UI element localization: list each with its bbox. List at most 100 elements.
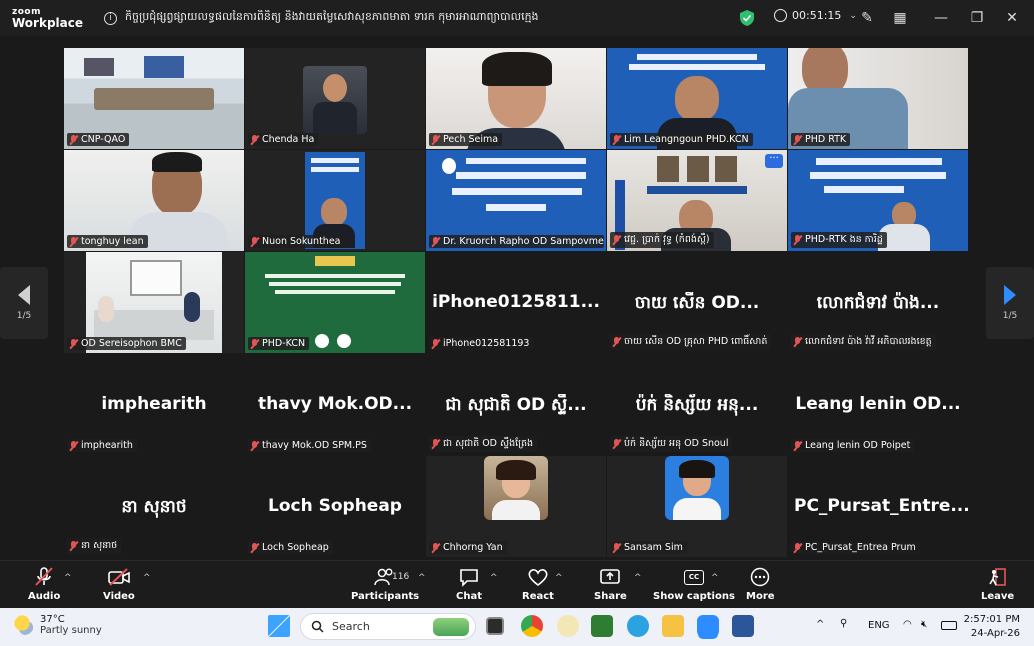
participant-tile[interactable]: Pech Seima bbox=[426, 48, 606, 149]
app-emblem-icon[interactable] bbox=[557, 615, 579, 637]
participant-tile[interactable]: Dr. Kruorch Rapho OD Sampovmeas bbox=[426, 150, 606, 251]
mic-muted-icon bbox=[69, 440, 78, 451]
weather-widget[interactable]: 37°C Partly sunny bbox=[14, 614, 102, 636]
mic-muted-icon bbox=[431, 236, 440, 247]
participant-tile[interactable]: Chhorng Yan bbox=[426, 456, 606, 557]
participant-name: ចាយ សើន OD គ្រុសា PHD ពោធិ៍សាត់ bbox=[624, 336, 768, 347]
participant-tile[interactable]: PHD-RTK ងន ការិដ្ឋ bbox=[788, 150, 968, 251]
participant-name-label: imphearith bbox=[67, 439, 137, 452]
share-options-caret[interactable]: ^ bbox=[634, 573, 642, 583]
participant-display-name: thavy Mok.OD... bbox=[257, 394, 413, 414]
participant-name-label: នា សុនាថ bbox=[67, 538, 122, 554]
mic-muted-icon bbox=[793, 134, 802, 145]
search-icon bbox=[311, 620, 324, 633]
participant-tile[interactable]: លោកជំទាវ ប៉ាង... លោកជំទាវ ប៉ាង វ៉ាវី អភិប… bbox=[788, 252, 968, 353]
audio-options-caret[interactable]: ^ bbox=[64, 573, 72, 583]
participant-tile[interactable]: CNP-QAO bbox=[64, 48, 244, 149]
leave-button[interactable]: Leave bbox=[981, 567, 1014, 602]
participant-tile[interactable]: នា សុនាថ នា សុនាថ bbox=[64, 456, 244, 557]
leave-icon bbox=[986, 567, 1010, 587]
taskbar-clock[interactable]: 2:57:01 PM 24-Apr-26 bbox=[964, 613, 1020, 641]
file-explorer-icon[interactable] bbox=[662, 615, 684, 637]
gallery-prev-button[interactable]: 1/5 bbox=[0, 267, 48, 339]
tray-chevron-up-icon[interactable]: ^ bbox=[816, 619, 824, 630]
participant-tile[interactable]: OD Sereisophon BMC bbox=[64, 252, 244, 353]
participant-name-label: OD Sereisophon BMC bbox=[67, 337, 186, 350]
participant-name: PC_Pursat_Entrea Prum bbox=[805, 542, 916, 553]
chrome-icon[interactable] bbox=[521, 615, 543, 637]
participant-display-name: Loch Sopheap bbox=[268, 496, 402, 516]
close-icon[interactable]: ✕ bbox=[1003, 9, 1021, 27]
captions-button[interactable]: CC Show captions bbox=[653, 567, 735, 602]
word-icon[interactable] bbox=[732, 615, 754, 637]
tray-location-icon[interactable]: ⚲ bbox=[840, 618, 847, 629]
temperature: 37°C bbox=[40, 614, 65, 625]
participant-tile[interactable]: ជា សុជាតិ OD ស្ទឹ... ជា សុជាតិ OD ស្ទឹងត្… bbox=[426, 354, 606, 455]
participant-tile[interactable]: Nuon Sokunthea bbox=[245, 150, 425, 251]
participant-display-name: PC_Pursat_Entre... bbox=[794, 496, 968, 516]
participants-options-caret[interactable]: ^ bbox=[418, 573, 426, 583]
participant-name-label: Loch Sopheap bbox=[248, 541, 333, 554]
participant-tile[interactable]: Lim Leangngoun PHD.KCN bbox=[607, 48, 787, 149]
participant-name: imphearith bbox=[81, 440, 133, 451]
participant-tile[interactable]: iPhone0125811... iPhone012581193 bbox=[426, 252, 606, 353]
participant-tile[interactable]: Sansam Sim bbox=[607, 456, 787, 557]
minimize-icon[interactable]: — bbox=[932, 9, 950, 27]
task-view-icon[interactable] bbox=[486, 617, 504, 635]
chat-button[interactable]: Chat bbox=[456, 567, 482, 602]
chat-options-caret[interactable]: ^ bbox=[490, 573, 498, 583]
info-icon[interactable]: i bbox=[104, 11, 117, 25]
react-button[interactable]: React bbox=[522, 567, 554, 602]
more-icon bbox=[748, 567, 772, 587]
page-indicator-left: 1/5 bbox=[16, 311, 32, 321]
participant-tile[interactable]: imphearith imphearith bbox=[64, 354, 244, 455]
participant-name-label: ប៉ក់ និស្ស័យ អនុ OD Snoul bbox=[610, 436, 733, 452]
grid-view-icon[interactable]: ▦ bbox=[891, 9, 909, 27]
participant-tile[interactable]: PC_Pursat_Entre... PC_Pursat_Entrea Prum bbox=[788, 456, 968, 557]
mic-muted-icon bbox=[612, 134, 621, 145]
mic-muted-icon bbox=[612, 337, 621, 347]
more-button[interactable]: More bbox=[746, 567, 775, 602]
participant-tile[interactable]: PHD RTK bbox=[788, 48, 968, 149]
taskbar-search[interactable]: Search bbox=[300, 613, 476, 640]
participant-name-label: Lim Leangngoun PHD.KCN bbox=[610, 133, 753, 146]
participant-tile[interactable]: ··· វេជ្ជ. ប្រាក់ វុទ្ធ (កំពង់ស្ពឺ) bbox=[607, 150, 787, 251]
meeting-timer[interactable]: 00:51:15 ⌄ bbox=[774, 9, 857, 22]
audio-button[interactable]: Audio bbox=[28, 567, 60, 602]
speaker-muted-icon[interactable]: 🔇︎ bbox=[921, 619, 927, 630]
participant-name-label: Sansam Sim bbox=[610, 541, 687, 554]
video-button[interactable]: Video bbox=[103, 567, 135, 602]
tile-more-options-button[interactable]: ··· bbox=[765, 154, 783, 168]
participant-tile[interactable]: tonghuy lean bbox=[64, 150, 244, 251]
participant-name: Lim Leangngoun PHD.KCN bbox=[624, 134, 749, 145]
share-label: Share bbox=[594, 591, 627, 602]
participant-tile[interactable]: ចាយ សើន OD... ចាយ សើន OD គ្រុសា PHD ពោធិ៍… bbox=[607, 252, 787, 353]
restore-icon[interactable]: ❐ bbox=[968, 9, 986, 27]
language-indicator[interactable]: ENG bbox=[868, 620, 890, 631]
participant-tile[interactable]: thavy Mok.OD... thavy Mok.OD SPM.PS bbox=[245, 354, 425, 455]
participant-name-label: PHD RTK bbox=[791, 133, 851, 146]
participant-tile[interactable]: Leang lenin OD... Leang lenin OD Poipet bbox=[788, 354, 968, 455]
share-button[interactable]: Share bbox=[594, 567, 627, 602]
participant-name-label: PHD-KCN bbox=[248, 337, 310, 350]
react-label: React bbox=[522, 591, 554, 602]
participant-tile[interactable]: ប៉ក់ និស្ស័យ អនុ... ប៉ក់ និស្ស័យ អនុ OD S… bbox=[607, 354, 787, 455]
windows-start-icon[interactable] bbox=[268, 615, 290, 637]
participant-tile[interactable]: PHD-KCN bbox=[245, 252, 425, 353]
annotate-pen-icon[interactable]: ✎ bbox=[858, 9, 876, 27]
clock-icon bbox=[774, 9, 787, 22]
encryption-shield-icon[interactable] bbox=[740, 10, 754, 26]
wifi-icon[interactable]: ◠ bbox=[903, 619, 912, 630]
zoom-taskbar-icon[interactable] bbox=[697, 615, 719, 637]
app-green-icon[interactable] bbox=[591, 615, 613, 637]
react-options-caret[interactable]: ^ bbox=[555, 573, 563, 583]
video-options-caret[interactable]: ^ bbox=[143, 573, 151, 583]
captions-options-caret[interactable]: ^ bbox=[711, 573, 719, 583]
participant-tile[interactable]: Chenda Ha bbox=[245, 48, 425, 149]
gallery-next-button[interactable]: 1/5 bbox=[986, 267, 1034, 339]
participant-tile[interactable]: Loch Sopheap Loch Sopheap bbox=[245, 456, 425, 557]
participant-name: វេជ្ជ. ប្រាក់ វុទ្ធ (កំពង់ស្ពឺ) bbox=[624, 234, 710, 245]
telegram-icon[interactable] bbox=[627, 615, 649, 637]
battery-icon[interactable] bbox=[941, 621, 957, 630]
search-placeholder: Search bbox=[332, 620, 370, 633]
